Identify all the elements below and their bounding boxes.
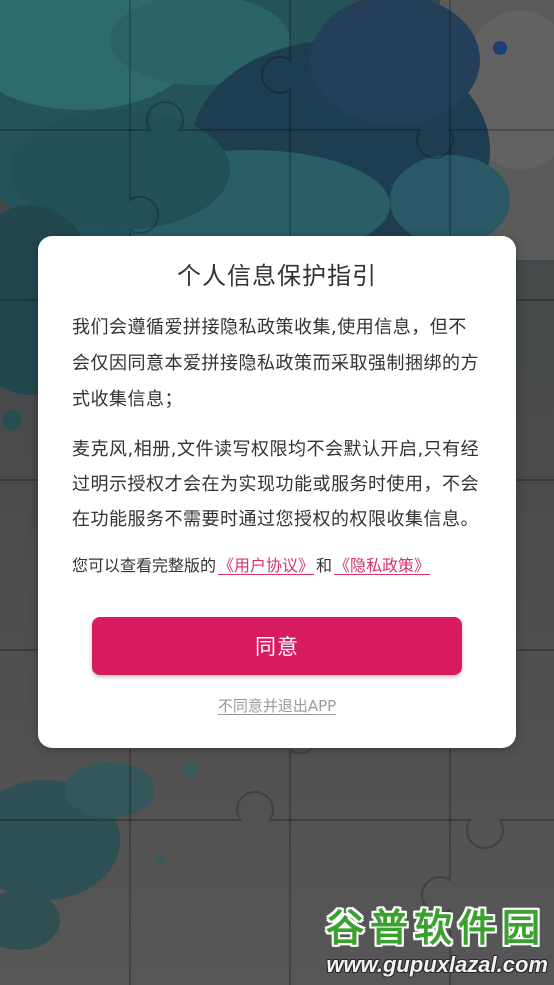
privacy-policy-link[interactable]: 《隐私政策》 xyxy=(332,556,432,575)
conjunction-text: 和 xyxy=(316,556,333,575)
permissions-paragraph: 麦克风,相册,文件读写权限均不会默认开启,只有经 过明示授权才会在为实现功能或服… xyxy=(72,432,484,537)
paragraph-line: 在功能服务不需要时通过您授权的权限收集信息。 xyxy=(72,509,479,530)
paragraph-line: 过明示授权才会在为实现功能或服务时使用，不会 xyxy=(72,474,479,495)
agree-button[interactable]: 同意 xyxy=(92,617,462,675)
paragraph-line: 麦克风,相册,文件读写权限均不会默认开启,只有经 xyxy=(72,439,480,460)
paragraph-line: 式收集信息； xyxy=(72,389,183,410)
disagree-container: 不同意并退出APP xyxy=(38,694,516,718)
paragraph-line: 我们会遵循爱拼接隐私政策收集,使用信息，但不 xyxy=(72,317,467,338)
watermark-url: www.gupuxlazal.com xyxy=(326,952,548,977)
paragraph-line: 会仅因同意本爱拼接隐私政策而采取强制捆绑的方 xyxy=(72,353,479,374)
screen: 个人信息保护指引 我们会遵循爱拼接隐私政策收集,使用信息，但不 会仅因同意本爱拼… xyxy=(0,0,554,985)
disagree-exit-link[interactable]: 不同意并退出APP xyxy=(218,697,336,715)
links-intro-text: 您可以查看完整版的 xyxy=(72,556,217,575)
user-agreement-link[interactable]: 《用户协议》 xyxy=(216,556,316,575)
policy-links-line: 您可以查看完整版的 《用户协议》和《隐私政策》 xyxy=(72,551,484,581)
policy-paragraph: 我们会遵循爱拼接隐私政策收集,使用信息，但不 会仅因同意本爱拼接隐私政策而采取强… xyxy=(72,310,484,418)
privacy-dialog: 个人信息保护指引 我们会遵循爱拼接隐私政策收集,使用信息，但不 会仅因同意本爱拼… xyxy=(38,236,516,748)
watermark-brand-logo: 谷普软件园 xyxy=(325,906,546,950)
dialog-title: 个人信息保护指引 xyxy=(177,262,377,290)
